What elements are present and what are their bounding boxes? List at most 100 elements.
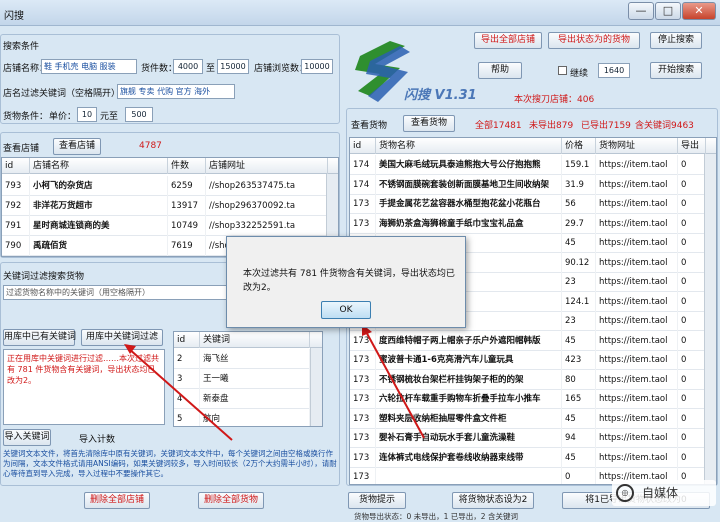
continue-checkbox[interactable]	[558, 66, 567, 75]
goods-col-price[interactable]: 价格	[562, 138, 596, 154]
goods-price: 45	[562, 447, 596, 468]
table-row[interactable]: 173 手提金属花艺盆容器水桶型抱花盆小花瓶台 56 https://item.tao…	[350, 194, 716, 214]
count-min-input[interactable]: 4000	[173, 59, 203, 74]
dialog-ok-button[interactable]: OK	[321, 301, 371, 319]
use-existing-keywords-button[interactable]: 用库中已有关键词	[3, 329, 76, 346]
goods-view-title: 查看货物	[351, 121, 388, 131]
table-row[interactable]: 173 海狮奶茶盒海狮棉童手纸巾宝宝礼品盒 29.7 https://item.tao…	[350, 213, 716, 234]
set-goods-status-button[interactable]: 将货物状态设为2	[452, 492, 534, 509]
goods-col-id[interactable]: id	[350, 138, 376, 154]
goods-col-url[interactable]: 货物网址	[596, 138, 678, 154]
view-shops-button[interactable]: 查看店铺	[53, 138, 101, 155]
goods-name: 海狮奶茶盒海狮棉童手纸巾宝宝礼品盒	[376, 213, 562, 234]
goods-url: https://item.taol	[596, 155, 678, 175]
goods-hint-button[interactable]: 货物提示	[348, 492, 406, 509]
delete-all-shops-button[interactable]: 删除全部店铺	[84, 492, 150, 509]
goods-table-header: id 货物名称 价格 货物网址 导出	[350, 138, 716, 154]
goods-scrollbar[interactable]	[704, 154, 716, 484]
goods-export: 0	[678, 233, 706, 253]
table-row[interactable]: 173 塑料夹层收纳柜抽屉零件盒文件柜 45 https://item.taol 0	[350, 408, 716, 429]
kw-id: 3	[174, 369, 200, 389]
shops-count: 4787	[139, 141, 162, 151]
minimize-button[interactable]: —	[628, 2, 654, 20]
keyword-filter-label: 店名过滤关键词（空格隔开）	[3, 89, 121, 99]
table-row[interactable]: 173 六轮拉杆车载重手购物车折叠手拉车小推车 165 https://item.ta…	[350, 389, 716, 409]
table-row[interactable]: 174 不锈钢面膜碗套装创新面膜基地卫生间收纳架 31.9 https://item.…	[350, 174, 716, 195]
goods-price: 80	[562, 369, 596, 390]
help-button[interactable]: 帮助	[478, 62, 522, 79]
filter-with-keywords-button[interactable]: 用库中关键词过滤	[81, 329, 163, 346]
table-row[interactable]: 792 非洋花万货超市 13917 //shop296370092.ta	[2, 196, 338, 216]
stop-search-button[interactable]: 停止搜索	[650, 32, 702, 49]
goods-name	[376, 467, 562, 484]
shop-name-input[interactable]: 鞋 手机壳 电脑 服装	[41, 59, 137, 74]
kw-text: 新泰盘	[200, 389, 310, 409]
export-all-shops-button[interactable]: 导出全部店铺	[474, 32, 542, 49]
goods-name: 手提金属花艺盆容器水桶型抱花盆小花瓶台	[376, 194, 562, 214]
table-row[interactable]: 4 新泰盘	[174, 389, 322, 409]
table-row[interactable]: 3 王一曦	[174, 369, 322, 389]
shops-col-url[interactable]: 店铺网址	[206, 158, 328, 174]
keyword-filter-input[interactable]: 旗舰 专卖 代购 官方 海外	[117, 84, 235, 99]
goods-url: https://item.taol	[596, 233, 678, 253]
filter-log-text: 正在用库中关键词进行过滤……本次过滤共有 781 件货物含有关键词，导出状态均已…	[3, 349, 165, 425]
price-max-input[interactable]: 500	[125, 107, 153, 122]
continue-value-input[interactable]: 1640	[598, 63, 630, 78]
table-row[interactable]: 173 连体裤式电线保护套卷线收纳器束线带 45 https://item.taol 0	[350, 447, 716, 468]
import-help-text: 关键词文本文件，将首先清除库中原有关键词，关键词文本文件中，每个关键词之间由空格…	[3, 449, 337, 478]
shops-col-id[interactable]: id	[2, 158, 30, 174]
export-status-goods-button[interactable]: 导出状态为的货物	[548, 32, 640, 49]
table-row[interactable]: 174 美国大麻毛绒玩具泰迪熊抱大号公仔抱抱熊 159.1 https://item.…	[350, 155, 716, 175]
shop-count: 13917	[168, 196, 206, 216]
goods-id: 173	[350, 467, 376, 484]
close-button[interactable]: ✕	[682, 2, 716, 20]
goods-export: 0	[678, 291, 706, 312]
goods-col-name[interactable]: 货物名称	[376, 138, 562, 154]
goods-keyword-count: 含关键词9463	[635, 121, 694, 131]
goods-name: 不锈钢面膜碗套装创新面膜基地卫生间收纳架	[376, 174, 562, 195]
kw-col-keyword[interactable]: 关键词	[200, 332, 310, 348]
goods-export: 0	[678, 272, 706, 292]
goods-price: 31.9	[562, 174, 596, 195]
table-row[interactable]: 2 海飞丝	[174, 349, 322, 369]
goods-url: https://item.taol	[596, 350, 678, 370]
goods-price: 0	[562, 467, 596, 484]
goods-url: https://item.taol	[596, 408, 678, 429]
kw-col-id[interactable]: id	[174, 332, 200, 348]
window-title: 闪搜	[4, 11, 24, 22]
goods-id: 173	[350, 330, 376, 351]
table-row[interactable]: 791 星时商城连锁商的美 10749 //shop332252591.ta	[2, 216, 338, 236]
shop-name: 星时商城连锁商的美	[30, 216, 168, 236]
shops-col-count[interactable]: 件数	[168, 158, 206, 174]
goods-price: 94	[562, 428, 596, 448]
range-separator: 至	[206, 64, 216, 74]
maximize-button[interactable]: □	[655, 2, 681, 20]
goods-export: 0	[678, 389, 706, 409]
start-search-button[interactable]: 开始搜索	[650, 62, 702, 79]
watermark-logo-icon: ◎	[616, 484, 634, 502]
watermark: ◎ 自媒体	[612, 480, 716, 506]
price-min-input[interactable]: 10	[77, 107, 97, 122]
goods-price: 29.7	[562, 213, 596, 234]
import-keywords-button[interactable]: 导入关键词	[3, 429, 51, 446]
view-goods-button[interactable]: 查看货物	[403, 115, 455, 132]
table-row[interactable]: 173 度西维特帽子两上帽亲子乐户外遮阳帽韩版 45 https://item.tao…	[350, 330, 716, 351]
table-row[interactable]: 5 航向	[174, 409, 322, 426]
table-row[interactable]: 793 小柯飞的杂货店 6259 //shop263537475.ta	[2, 176, 338, 196]
goods-col-export[interactable]: 导出	[678, 138, 706, 154]
table-row[interactable]: 173 蜜波普卡通1-6克亮滑汽车儿童玩具 423 https://item.taol…	[350, 350, 716, 370]
shops-col-name[interactable]: 店铺名称	[30, 158, 168, 174]
delete-all-goods-button[interactable]: 删除全部货物	[198, 492, 264, 509]
visits-label: 店铺浏览数：	[254, 64, 309, 74]
goods-export: 0	[678, 428, 706, 448]
keywords-table: id 关键词 2 海飞丝 3 王一曦 4 新泰盘 5 航向	[173, 331, 323, 427]
keywords-scrollbar[interactable]	[310, 348, 322, 426]
count-max-input[interactable]: 15000	[217, 59, 249, 74]
table-row[interactable]: 173 婴补石膏手自动玩水手套儿童洗澡鞋 94 https://item.taol 0	[350, 428, 716, 448]
goods-url: https://item.taol	[596, 447, 678, 468]
table-row[interactable]: 173 不锈钢梳妆台架栏杆挂钩架子柜的的架 80 https://item.taol 0	[350, 369, 716, 390]
visits-input[interactable]: 10000	[301, 59, 333, 74]
goods-price: 23	[562, 272, 596, 292]
goods-id: 173	[350, 389, 376, 409]
goods-id: 173	[350, 408, 376, 429]
